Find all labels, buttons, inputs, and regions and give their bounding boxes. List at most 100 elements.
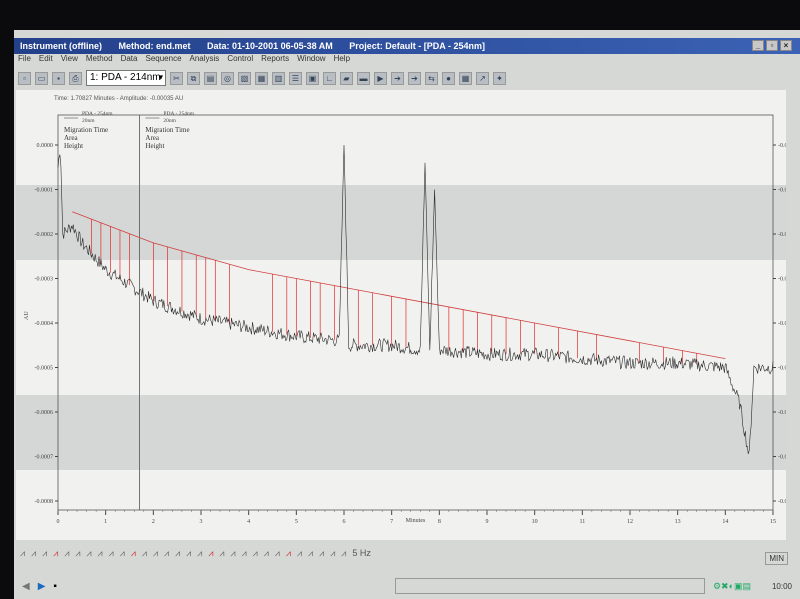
minimize-button[interactable]: _ [752, 40, 764, 51]
save-icon[interactable]: ▪ [52, 71, 65, 85]
peak-tool-icon[interactable]: ⩘ [319, 548, 324, 564]
legend-sub: 20nm [82, 118, 95, 124]
channel-select[interactable]: 1: PDA - 214nm [86, 70, 166, 86]
save-status-icon[interactable]: ▪ [53, 581, 57, 592]
peak-tool-icon[interactable]: ⩘ [330, 548, 335, 564]
peak-tool-icon[interactable]: ⩘ [208, 548, 213, 564]
axis-icon[interactable]: ∟ [323, 71, 336, 85]
menu-window[interactable]: Window [297, 54, 325, 66]
menu-data[interactable]: Data [121, 54, 138, 66]
peak-tool-icon[interactable]: ⩘ [64, 548, 69, 564]
legend-line: Area [64, 134, 78, 142]
legend-line: Height [145, 142, 164, 150]
peak-tool-icon[interactable]: ⩘ [308, 548, 313, 564]
menu-bar: File Edit View Method Data Sequence Analysis Co… [14, 54, 800, 66]
folder-icon[interactable]: ▰ [340, 71, 353, 85]
peak-tool-icon[interactable]: ⩘ [264, 548, 269, 564]
peak-tool-icon[interactable]: ⩘ [275, 548, 280, 564]
close-button[interactable]: × [780, 40, 792, 51]
legend-line: Area [145, 134, 159, 142]
peak-tool-icon[interactable]: ⩘ [120, 548, 125, 564]
peak-tool-icon[interactable]: ⩘ [286, 548, 291, 564]
menu-reports[interactable]: Reports [261, 54, 289, 66]
peak-tool-icon[interactable]: ⩘ [142, 548, 147, 564]
peak-tool-icon[interactable]: ⩘ [186, 548, 191, 564]
zoom-icon[interactable]: ◎ [221, 71, 234, 85]
y-tick-label-right: -0.0004 [778, 321, 786, 327]
tray-icons: ⚙✖◐▣▤ [712, 580, 752, 591]
legend-line: Migration Time [64, 126, 108, 134]
menu-view[interactable]: View [61, 54, 78, 66]
x-tick-label: 0 [57, 519, 60, 525]
sequence-icon[interactable]: ⇆ [425, 71, 438, 85]
restore-button[interactable]: ▫ [766, 40, 778, 51]
x-tick-label: 6 [343, 519, 346, 525]
report-icon[interactable]: ▣ [306, 71, 319, 85]
peak-tool-icon[interactable]: ⩘ [253, 548, 258, 564]
paste-icon[interactable]: ▤ [204, 71, 217, 85]
x-tick-label: 12 [627, 519, 633, 525]
peak-tool-icon[interactable]: ⩘ [175, 548, 180, 564]
chart-icon[interactable]: ↗ [476, 71, 489, 85]
peak-tool-icon[interactable]: ⩘ [75, 548, 80, 564]
menu-control[interactable]: Control [227, 54, 253, 66]
y-axis-label: AU [24, 311, 30, 320]
menu-help[interactable]: Help [334, 54, 350, 66]
print-icon[interactable]: ⎙ [69, 71, 82, 85]
peak-tool-icon[interactable]: ⩘ [31, 548, 36, 564]
copy-icon[interactable]: ⧉ [187, 71, 200, 85]
y-tick-label: -0.0002 [35, 232, 54, 238]
peak-tool-icon[interactable]: ⩘ [86, 548, 91, 564]
stop-icon[interactable]: ● [442, 71, 455, 85]
x-tick-label: 14 [722, 519, 728, 525]
calendar-icon[interactable]: ▦ [459, 71, 472, 85]
peak-tool-icon[interactable]: ⩘ [109, 548, 114, 564]
peak-tool-icon[interactable]: ⩘ [42, 548, 47, 564]
peak-tool-icon[interactable]: ⩘ [153, 548, 158, 564]
monitor-icon[interactable]: ▬ [357, 71, 370, 85]
legend-sub: 20nm [163, 118, 176, 124]
peak-tool-icon[interactable]: ⩘ [131, 548, 136, 564]
image-icon[interactable]: ▧ [238, 71, 251, 85]
menu-method[interactable]: Method [86, 54, 113, 66]
play-icon[interactable]: ▶ [38, 581, 46, 592]
peak-tool-icon[interactable]: ⩘ [164, 548, 169, 564]
back-icon[interactable]: ◀ [22, 581, 30, 592]
peak-tool-icon[interactable]: ⩘ [341, 548, 346, 564]
list-icon[interactable]: ☰ [289, 71, 302, 85]
menu-sequence[interactable]: Sequence [145, 54, 181, 66]
menu-file[interactable]: File [18, 54, 31, 66]
chromatogram-chart[interactable]: 0.0000 -0.0001 -0.0002 -0.0003 -0.0004 -0.000… [16, 90, 797, 540]
legend-line: Migration Time [145, 126, 189, 134]
table-icon[interactable]: ▦ [255, 71, 268, 85]
menu-analysis[interactable]: Analysis [190, 54, 220, 66]
cut-icon[interactable]: ✂ [170, 71, 183, 85]
y-tick-label: -0.0001 [35, 188, 54, 194]
help-bulb-icon[interactable]: ✦ [493, 71, 506, 85]
y-tick-label: -0.0006 [35, 410, 54, 416]
menu-edit[interactable]: Edit [39, 54, 53, 66]
peak-tool-icon[interactable]: ⩘ [219, 548, 224, 564]
y-tick-label-right: -0.0006 [778, 410, 786, 416]
title-method: Method: end.met [118, 41, 191, 51]
peak-tool-icon[interactable]: ⩘ [20, 548, 25, 564]
new-icon[interactable]: ▫ [18, 71, 31, 85]
peak-tool-icon[interactable]: ⩘ [297, 548, 302, 564]
forward-icon[interactable]: ➔ [391, 71, 404, 85]
display-band [16, 185, 786, 260]
open-icon[interactable]: ▭ [35, 71, 48, 85]
x-tick-label: 4 [247, 519, 250, 525]
grid-icon[interactable]: ▥ [272, 71, 285, 85]
next-icon[interactable]: ➔ [408, 71, 421, 85]
rate-label: 5 Hz [352, 548, 371, 558]
electropherogram-panel[interactable]: Time: 1.70827 Minutes - Amplitude: -0.00… [16, 90, 797, 540]
y-tick-label-right: -0.0001 [778, 188, 786, 194]
peak-tool-icon[interactable]: ⩘ [242, 548, 247, 564]
peak-integration-toolbar: ⩘ ⩘ ⩘ ⩘ ⩘ ⩘ ⩘ ⩘ ⩘ ⩘ ⩘ ⩘ ⩘ ⩘ ⩘ ⩘ ⩘ ⩘ ⩘ ⩘ ⩘ ⩘ ⩘ ⩘ ⩘ ⩘ ⩘ ⩘ ⩘ ⩘ 5 Hz [20, 548, 371, 564]
peak-tool-icon[interactable]: ⩘ [197, 548, 202, 564]
peak-tool-icon[interactable]: ⩘ [98, 548, 103, 564]
peak-tool-icon[interactable]: ⩘ [53, 548, 58, 564]
y-tick-label-right: -0.0007 [778, 455, 786, 461]
run-icon[interactable]: ▶ [374, 71, 387, 85]
peak-tool-icon[interactable]: ⩘ [230, 548, 235, 564]
